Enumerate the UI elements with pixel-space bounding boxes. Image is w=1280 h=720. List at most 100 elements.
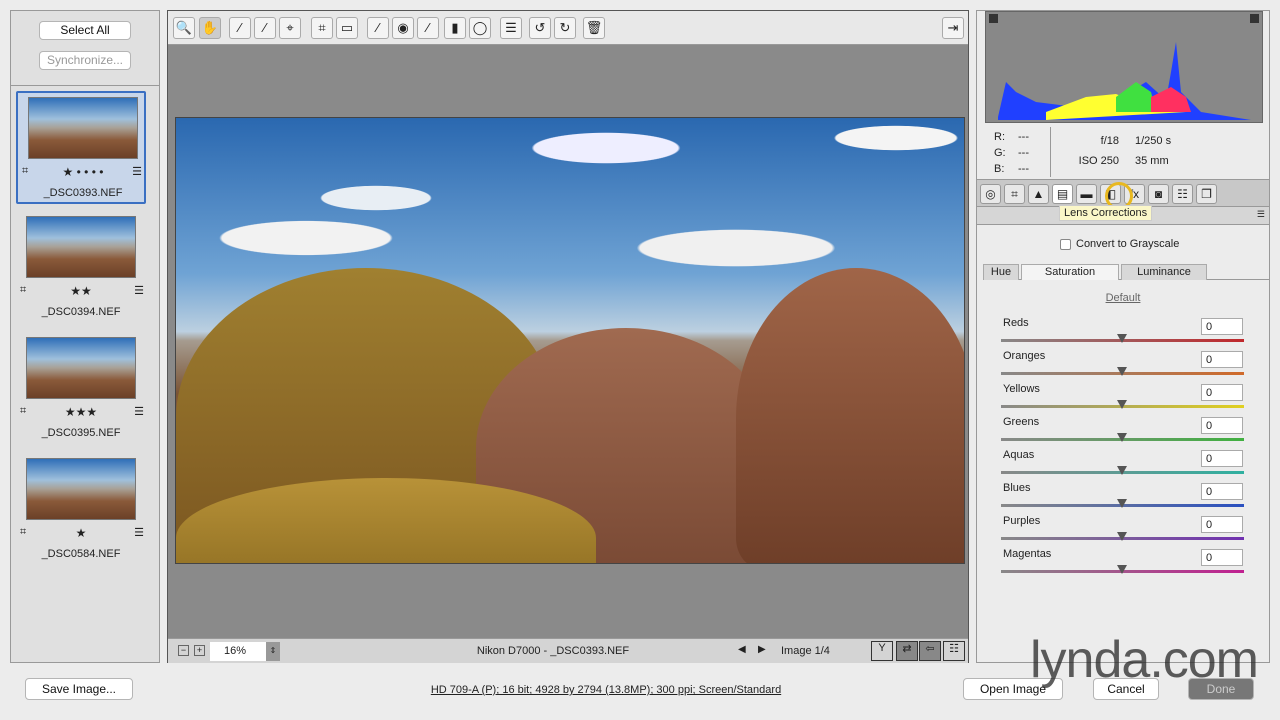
tab-split-toning-icon[interactable]: ▬ (1076, 184, 1097, 204)
filmstrip-item[interactable]: ⌗ ★★★ ☰ _DSC0395.NEF (16, 333, 146, 446)
oranges-slider[interactable] (1001, 367, 1244, 376)
magentas-slider[interactable] (1001, 565, 1244, 574)
b-value: --- (1018, 163, 1029, 175)
toggle-settings-icon[interactable]: ☷ (943, 641, 965, 661)
lynda-watermark: lynda.com (1030, 631, 1259, 689)
tooltip: Lens Corrections (1059, 205, 1153, 221)
yellows-slider[interactable] (1001, 400, 1244, 409)
image-counter: Image 1/4 (781, 645, 830, 657)
aquas-slider[interactable] (1001, 466, 1244, 475)
tab-presets-icon[interactable]: ☷ (1172, 184, 1193, 204)
image-caption: Nikon D7000 - _DSC0393.NEF (476, 645, 630, 657)
yellows-value-input[interactable]: 0 (1201, 384, 1243, 401)
zoom-level-select[interactable]: 16% (210, 642, 266, 661)
fullscreen-icon[interactable]: ⇥ (942, 17, 964, 39)
oranges-value-input[interactable]: 0 (1201, 351, 1243, 368)
swap-settings-icon[interactable]: ⇄ (896, 641, 918, 661)
hand-tool-icon[interactable]: ✋ (199, 17, 221, 39)
before-after-icon[interactable]: Y (871, 641, 893, 661)
tab-luminance[interactable]: Luminance (1121, 264, 1207, 280)
synchronize-button[interactable]: Synchronize... (39, 51, 131, 70)
default-link[interactable]: Default (977, 292, 1269, 304)
tab-detail-icon[interactable]: ▲ (1028, 184, 1049, 204)
filmstrip-item[interactable]: ⌗ ★ ☰ _DSC0584.NEF (16, 454, 146, 567)
histogram (985, 11, 1263, 123)
filmstrip-item[interactable]: ⌗ ★ • • • • ☰ _DSC0393.NEF (16, 91, 146, 204)
preferences-tool-icon[interactable]: ☰ (500, 17, 522, 39)
tab-snapshots-icon[interactable]: ❐ (1196, 184, 1217, 204)
tab-hue[interactable]: Hue (983, 264, 1019, 280)
zoom-out-button[interactable]: − (178, 645, 189, 656)
zoom-tool-icon[interactable]: 🔍 (173, 17, 195, 39)
filmstrip-item[interactable]: ⌗ ★★ ☰ _DSC0394.NEF (16, 212, 146, 325)
slider-thumb[interactable] (1117, 532, 1127, 541)
rating[interactable]: ★★ (16, 284, 146, 298)
tab-basic-icon[interactable]: ◎ (980, 184, 1001, 204)
tab-camera-calibration-icon[interactable]: ◙ (1148, 184, 1169, 204)
radial-filter-tool-icon[interactable]: ◯ (469, 17, 491, 39)
color-sampler-tool-icon[interactable]: ⁄ (254, 17, 276, 39)
reds-slider[interactable] (1001, 334, 1244, 343)
greens-slider[interactable] (1001, 433, 1244, 442)
target-adjust-tool-icon[interactable]: ⌖ (279, 17, 301, 39)
save-image-button[interactable]: Save Image... (25, 678, 133, 700)
status-bar: − + 16% ⇕ Nikon D7000 - _DSC0393.NEF ◀ ▶… (168, 638, 968, 663)
rotate-left-tool-icon[interactable]: ↺ (529, 17, 551, 39)
crop-tool-icon[interactable]: ⌗ (311, 17, 333, 39)
filename: _DSC0393.NEF (43, 187, 123, 199)
filmstrip-panel: Select All Synchronize... ⌗ ★ • • • • ☰ … (10, 10, 160, 663)
adjustment-brush-tool-icon[interactable]: ⁄ (417, 17, 439, 39)
prev-image-button[interactable]: ◀ (738, 644, 746, 655)
red-eye-tool-icon[interactable]: ◉ (392, 17, 414, 39)
tab-saturation[interactable]: Saturation (1021, 264, 1119, 280)
slider-label: Purples (1003, 515, 1041, 527)
spot-removal-tool-icon[interactable]: ⁄ (367, 17, 389, 39)
delete-tool-icon[interactable]: 🗑 (583, 17, 605, 39)
rating[interactable]: ★ • • • • (18, 165, 148, 179)
grayscale-checkbox[interactable] (1060, 239, 1071, 250)
straighten-tool-icon[interactable]: ▭ (336, 17, 358, 39)
reds-value-input[interactable]: 0 (1201, 318, 1243, 335)
slider-thumb[interactable] (1117, 433, 1127, 442)
copy-settings-icon[interactable]: ⇦ (919, 641, 941, 661)
rating[interactable]: ★ (16, 526, 146, 540)
slider-thumb[interactable] (1117, 400, 1127, 409)
slider-thumb[interactable] (1117, 334, 1127, 343)
blues-slider[interactable] (1001, 499, 1244, 508)
slider-thumb[interactable] (1117, 367, 1127, 376)
thumbnail (26, 337, 136, 399)
iso: ISO 250 (1078, 155, 1119, 167)
focal-length: 35 mm (1135, 155, 1169, 167)
slider-label: Aquas (1003, 449, 1035, 461)
r-label: R: (994, 131, 1005, 143)
slider-thumb[interactable] (1117, 565, 1127, 574)
grayscale-label: Convert to Grayscale (1076, 238, 1180, 250)
tab-tone-curve-icon[interactable]: ⌗ (1004, 184, 1025, 204)
blues-value-input[interactable]: 0 (1201, 483, 1243, 500)
next-image-button[interactable]: ▶ (758, 644, 766, 655)
aquas-value-input[interactable]: 0 (1201, 450, 1243, 467)
slider-thumb[interactable] (1117, 499, 1127, 508)
tab-hsl-icon[interactable]: ▤ (1052, 184, 1073, 204)
aperture: f/18 (1100, 135, 1119, 147)
slider-thumb[interactable] (1117, 466, 1127, 475)
white-balance-tool-icon[interactable]: ⁄ (229, 17, 251, 39)
photo-preview[interactable] (175, 117, 965, 564)
magentas-value-input[interactable]: 0 (1201, 549, 1243, 566)
graduated-filter-tool-icon[interactable]: ▮ (444, 17, 466, 39)
zoom-stepper[interactable]: ⇕ (266, 642, 280, 661)
purples-value-input[interactable]: 0 (1201, 516, 1243, 533)
panel-menu-icon[interactable]: ☰ (1257, 209, 1265, 220)
rating[interactable]: ★★★ (16, 405, 146, 419)
rotate-right-tool-icon[interactable]: ↻ (554, 17, 576, 39)
workflow-options-link[interactable]: HD 709-A (P); 16 bit; 4928 by 2794 (13.8… (300, 684, 912, 696)
greens-value-input[interactable]: 0 (1201, 417, 1243, 434)
slider-label: Greens (1003, 416, 1040, 428)
thumbnail (28, 97, 138, 159)
select-all-button[interactable]: Select All (39, 21, 131, 40)
adjusted-icon: ☰ (134, 285, 144, 297)
b-label: B: (994, 163, 1005, 175)
purples-slider[interactable] (1001, 532, 1244, 541)
zoom-in-button[interactable]: + (194, 645, 205, 656)
slider-label: Reds (1003, 317, 1029, 329)
